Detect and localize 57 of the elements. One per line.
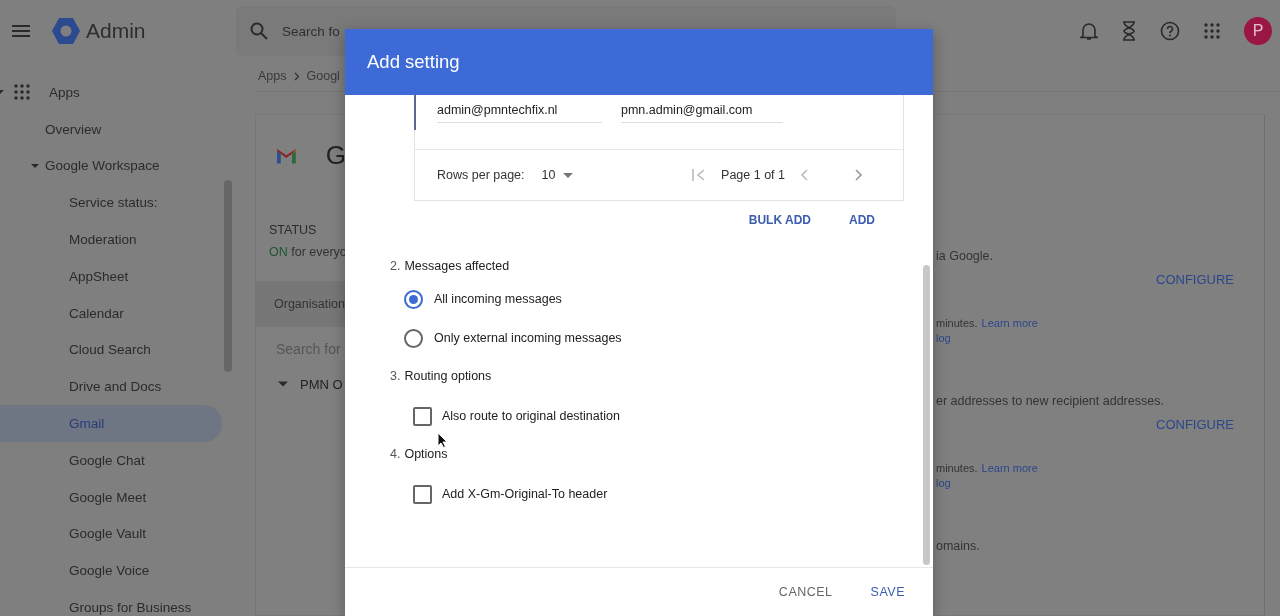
section-title: Options [404, 447, 448, 461]
sidebar-item[interactable]: Service status: [0, 184, 222, 222]
note-text: minutes. [936, 461, 978, 474]
sidebar-item[interactable]: Gmail [0, 405, 222, 442]
description-text: omains. [936, 538, 981, 553]
table-action-button[interactable]: ADD [849, 209, 875, 231]
log-link[interactable]: log [936, 476, 951, 489]
sidebar-item[interactable]: Google Chat [0, 441, 222, 479]
dialog-title: Add setting [367, 51, 460, 73]
configure-button[interactable]: CONFIGURE [1156, 271, 1234, 287]
sidebar-item[interactable]: Apps [0, 74, 222, 111]
org-tab[interactable]: Organisation [274, 296, 345, 311]
section-title: Messages affected [404, 259, 510, 273]
option-label: Add X-Gm-Original-To header [442, 487, 608, 501]
avatar[interactable]: P [1244, 17, 1272, 45]
search-field[interactable]: Search fo [282, 23, 342, 39]
status-heading: STATUS [269, 222, 318, 237]
description-text: er addresses to new recipient addresses. [936, 393, 1165, 408]
sidebar-item[interactable]: Moderation [0, 221, 222, 258]
learn-more-link[interactable]: Learn more [981, 316, 1038, 329]
option-label: Also route to original destination [442, 409, 620, 423]
sidebar-item[interactable]: AppSheet [0, 258, 222, 295]
breadcrumb-link[interactable]: Googl [306, 69, 340, 84]
option-label: All incoming messages [434, 292, 562, 306]
brand-name: Admin [86, 19, 146, 43]
tree-item[interactable]: PMN O [278, 376, 346, 392]
sidebar-item[interactable]: Cloud Search [0, 331, 222, 369]
rows-per-page-select[interactable]: 10 [541, 168, 574, 182]
section-number: 2. [390, 259, 401, 273]
status-scope: for everyo [291, 244, 347, 259]
status-value: ON [269, 244, 288, 259]
sidebar-item[interactable]: Calendar [0, 294, 222, 332]
option-label: Only external incoming messages [434, 331, 622, 345]
table-action-button[interactable]: BULK ADD [748, 209, 811, 231]
rows-per-page-label: Rows per page: [437, 168, 525, 182]
note-text: minutes. [936, 316, 978, 329]
dialog-button[interactable]: SAVE [870, 581, 905, 603]
page-label: Page 1 of 1 [721, 168, 785, 182]
sidebar-item[interactable]: Google Meet [0, 478, 222, 516]
log-link[interactable]: log [936, 331, 951, 344]
sidebar-item[interactable]: Groups for Business [0, 589, 222, 616]
app-title: G [325, 140, 346, 172]
sidebar-item[interactable]: Google Workspace [0, 147, 222, 185]
table-cell: pmn.admin@gmail.com [621, 95, 783, 123]
table-cell: admin@pmntechfix.nl [437, 95, 602, 123]
sidebar-item[interactable]: Google Voice [0, 552, 222, 590]
section-title: Routing options [404, 369, 492, 383]
section-number: 3. [390, 369, 401, 383]
configure-button[interactable]: CONFIGURE [1156, 416, 1234, 432]
section-number: 4. [390, 447, 401, 461]
sidebar-item[interactable]: Google Vault [0, 515, 222, 553]
dialog-button[interactable]: CANCEL [778, 581, 833, 603]
description-text: ia Google. [936, 248, 994, 263]
sidebar-item[interactable]: Overview [0, 110, 222, 148]
sidebar-item[interactable]: Drive and Docs [0, 368, 222, 406]
breadcrumb-link[interactable]: Apps [258, 69, 287, 84]
learn-more-link[interactable]: Learn more [981, 461, 1038, 474]
